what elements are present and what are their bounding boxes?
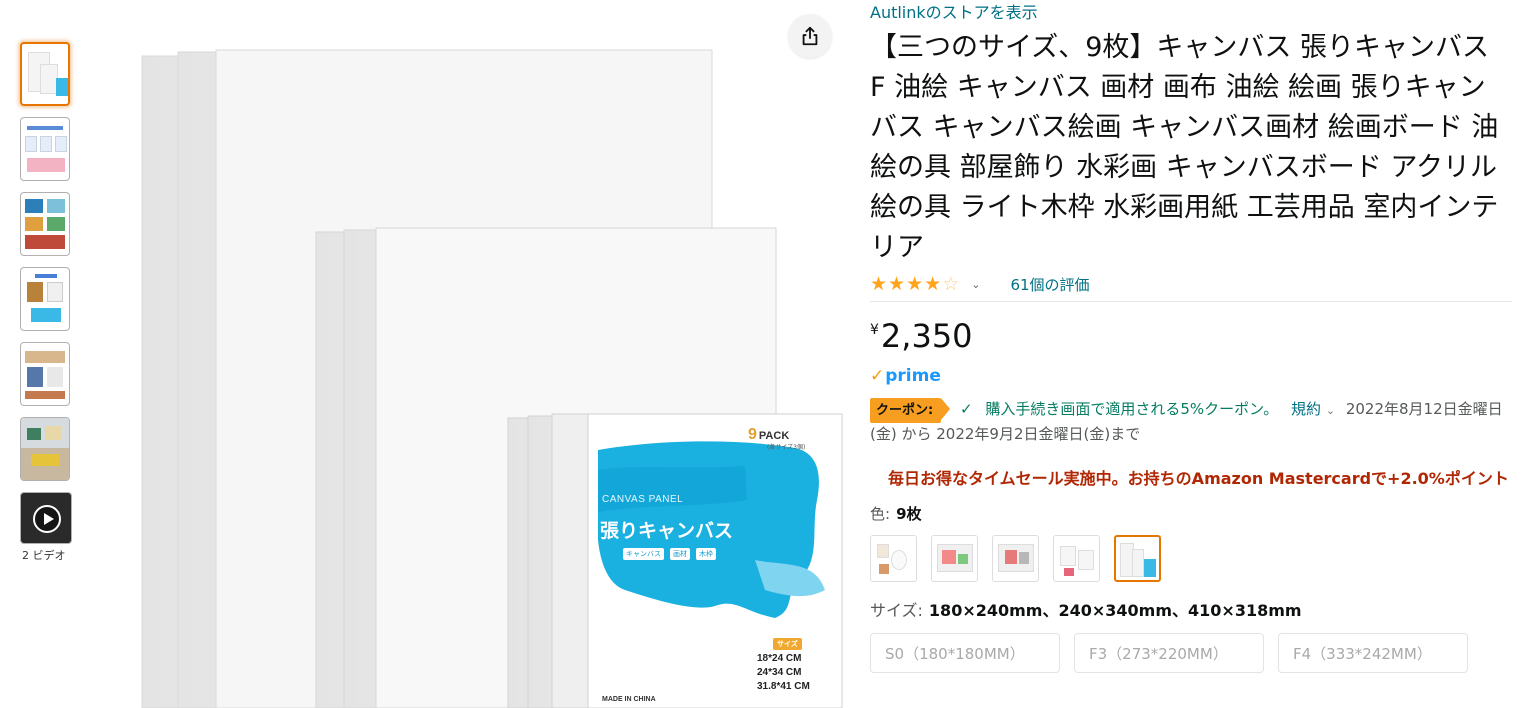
- coupon-check-icon[interactable]: ✓: [960, 400, 973, 418]
- made-in-label: MADE IN CHINA: [602, 696, 656, 703]
- color-label: 色:: [870, 505, 891, 523]
- prime-badge: ✓ prime: [870, 366, 1512, 386]
- thumbnail-4[interactable]: [20, 267, 70, 331]
- package-tags: キャンバス 画材 木枠: [623, 548, 716, 560]
- tag-material: 画材: [670, 548, 690, 560]
- size-badge: サイズ: [773, 638, 802, 650]
- size-option-f3[interactable]: F3（273*220MM）: [1074, 633, 1264, 673]
- coupon-badge: クーポン:: [870, 398, 951, 423]
- coupon-terms-link[interactable]: 規約 ⌄: [1291, 400, 1335, 418]
- prime-check-icon: ✓: [870, 366, 885, 386]
- price-amount: 2,350: [880, 317, 973, 355]
- pack-subtitle: (各サイズ3個): [767, 444, 806, 451]
- coupon-text: 購入手続き画面で適用される5%クーポン。: [985, 400, 1279, 418]
- tag-canvas: キャンバス: [623, 548, 664, 560]
- color-swatch-1[interactable]: [870, 535, 917, 582]
- panel-jp: 張りキャンバス: [600, 520, 734, 542]
- thumbnail-2[interactable]: [20, 117, 70, 181]
- size-option-s0[interactable]: S0（180*180MM）: [870, 633, 1060, 673]
- star-empty-icon: ☆: [942, 273, 960, 295]
- thumbnail-6[interactable]: [20, 417, 70, 481]
- panel-en: CANVAS PANEL: [602, 494, 684, 505]
- color-swatch-5[interactable]: [1114, 535, 1161, 582]
- size-label: サイズ:: [870, 601, 923, 620]
- price-symbol: ¥: [870, 322, 879, 338]
- package-size-3: 31.8*41 CM: [757, 681, 810, 692]
- color-swatches: [870, 535, 1512, 582]
- thumbnail-rail: 2 ビデオ: [20, 42, 72, 563]
- thumbnail-1[interactable]: [20, 42, 70, 106]
- share-button[interactable]: [788, 14, 832, 58]
- color-swatch-4[interactable]: [1053, 535, 1100, 582]
- tag-frame: 木枠: [696, 548, 716, 560]
- deal-message: 毎日お得なタイムセール実施中。お持ちのAmazon Mastercardで+2.…: [888, 469, 1509, 488]
- thumbnail-3[interactable]: [20, 192, 70, 256]
- star-icon: ★: [870, 273, 888, 295]
- prime-label: prime: [885, 366, 941, 386]
- color-swatch-2[interactable]: [931, 535, 978, 582]
- size-option-f4[interactable]: F4（333*242MM）: [1278, 633, 1468, 673]
- play-icon: [33, 505, 61, 533]
- product-details: Autlinkのストアを表示 【三つのサイズ、9枚】キャンバス 張りキャンバス …: [870, 0, 1512, 673]
- size-options: S0（180*180MM） F3（273*220MM） F4（333*242MM…: [870, 633, 1512, 673]
- canvas-set-illustration: [141, 49, 843, 708]
- product-title: 【三つのサイズ、9枚】キャンバス 張りキャンバス F 油絵 キャンバス 画材 画…: [870, 32, 1499, 263]
- divider: [870, 301, 1512, 302]
- star-icon: ★: [888, 273, 906, 295]
- color-variation: 色: 9枚: [870, 503, 1512, 524]
- rating-count-link[interactable]: 61個の評価: [1010, 274, 1089, 295]
- pack-word: PACK: [758, 430, 790, 442]
- package-sizes: 18*24 CM 24*34 CM 31.8*41 CM: [757, 652, 810, 694]
- star-icon: ★: [906, 273, 924, 295]
- size-value: 180×240mm、240×340mm、410×318mm: [928, 601, 1302, 620]
- rating-row: ★ ★ ★ ★ ☆ ⌄ 61個の評価: [870, 272, 1512, 296]
- color-swatch-3[interactable]: [992, 535, 1039, 582]
- rating-stars[interactable]: ★ ★ ★ ★ ☆: [870, 273, 959, 295]
- thumbnail-5[interactable]: [20, 342, 70, 406]
- chevron-down-icon[interactable]: ⌄: [971, 278, 980, 291]
- store-link[interactable]: Autlinkのストアを表示: [870, 3, 1512, 23]
- share-icon: [802, 26, 818, 46]
- star-icon: ★: [924, 273, 942, 295]
- coupon-terms-label: 規約: [1291, 400, 1322, 418]
- size-variation: サイズ: 180×240mm、240×340mm、410×318mm: [870, 597, 1512, 621]
- video-count-label: 2 ビデオ: [22, 549, 66, 562]
- price: ¥ 2,350: [870, 318, 1512, 354]
- pack-digit: 9: [748, 426, 757, 443]
- video-thumbnail[interactable]: [20, 492, 72, 544]
- main-product-image[interactable]: 9 PACK (各サイズ3個) CANVAS PANEL 張りキャンバス キャンバ…: [95, 0, 855, 708]
- color-value: 9枚: [896, 505, 922, 523]
- chevron-down-icon: ⌄: [1325, 404, 1336, 417]
- package-size-2: 24*34 CM: [757, 667, 802, 678]
- package-size-1: 18*24 CM: [757, 653, 802, 664]
- coupon-row: クーポン: ✓ 購入手続き画面で適用される5%クーポン。 規約 ⌄ 2022年8…: [870, 398, 1512, 446]
